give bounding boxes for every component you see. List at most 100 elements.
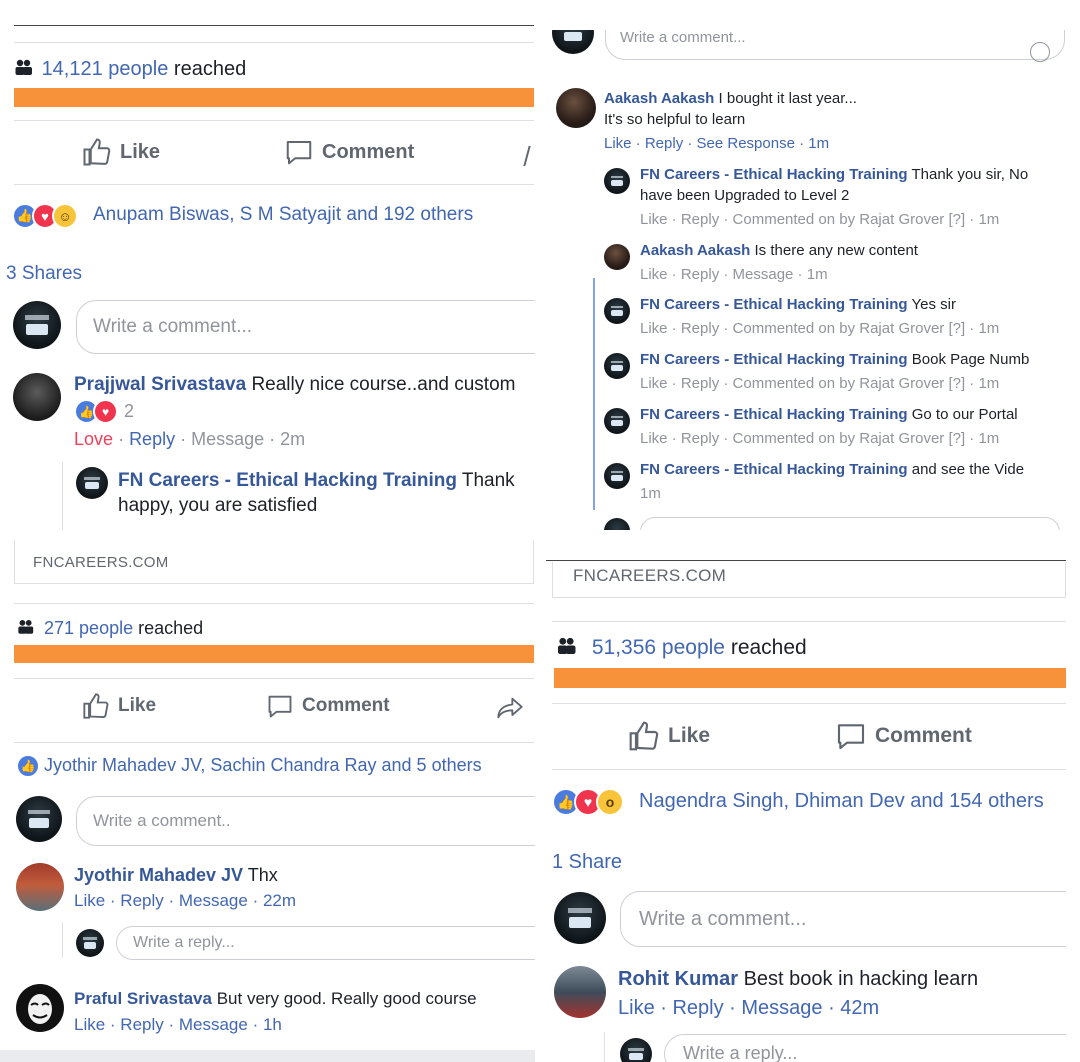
reaction-icons[interactable]: 👍: [16, 754, 40, 778]
replier-name[interactable]: FN Careers - Ethical Hacking Training: [640, 461, 908, 478]
like-button[interactable]: Like: [628, 720, 710, 752]
shares-count[interactable]: 1 Share: [552, 851, 622, 874]
page-avatar[interactable]: [552, 30, 594, 54]
message-link[interactable]: Message: [191, 429, 264, 449]
reply-input[interactable]: Write a reply...: [116, 926, 535, 960]
comment-input[interactable]: Write a comment...: [620, 891, 1066, 947]
avatar[interactable]: [13, 373, 61, 421]
reach-count[interactable]: 14,121 people: [42, 58, 169, 80]
page-avatar[interactable]: [604, 168, 630, 194]
page-avatar[interactable]: [604, 408, 630, 434]
haha-reaction-icon: ☺: [52, 203, 78, 229]
share-icon[interactable]: [496, 696, 524, 725]
page-avatar[interactable]: [604, 298, 630, 324]
comment-actions[interactable]: Like · Reply · Message · 1h: [74, 1015, 282, 1035]
divider: [14, 603, 534, 604]
page-avatar[interactable]: [13, 301, 61, 349]
comment-reactions[interactable]: 👍 ♥ 2: [74, 399, 134, 424]
avatar[interactable]: [16, 984, 64, 1032]
replier-name[interactable]: FN Careers - Ethical Hacking Training: [640, 351, 908, 368]
replier-name[interactable]: FN Careers - Ethical Hacking Training: [640, 296, 908, 313]
comment-text: Prajjwal Srivastava Really nice course..…: [74, 374, 515, 396]
comment-text: Aakash Aakash I bought it last year...: [604, 90, 857, 107]
reply-actions[interactable]: Like · Reply · Message · 1m: [640, 266, 828, 283]
commenter-name[interactable]: Rohit Kumar: [618, 968, 738, 990]
divider: [14, 42, 534, 43]
reaction-icons[interactable]: 👍 ♥ o: [552, 788, 624, 816]
divider: [552, 769, 1066, 770]
comment-input[interactable]: Write a comment..: [76, 796, 535, 846]
comment-label: Comment: [302, 695, 390, 716]
comment-button[interactable]: Comment: [266, 692, 390, 720]
commenter-name[interactable]: Aakash Aakash: [604, 90, 714, 107]
link-preview[interactable]: FNCAREERS.COM: [552, 562, 1066, 598]
comment-placeholder: Write a comment...: [620, 30, 746, 46]
page-avatar[interactable]: [16, 796, 62, 842]
post-panel-2: Write a comment... Aakash Aakash I bough…: [548, 30, 1066, 530]
reply-thread-line: [62, 922, 63, 958]
comment-actions[interactable]: Like · Reply · Message · 22m: [74, 891, 296, 911]
reply-body-line2: happy, you are satisfied: [118, 495, 318, 516]
page-avatar[interactable]: [554, 892, 606, 944]
divider: [14, 742, 534, 743]
wow-reaction-icon: o: [596, 788, 624, 816]
share-icon[interactable]: [523, 146, 535, 166]
reach-count[interactable]: 271 people: [44, 618, 133, 638]
page-avatar[interactable]: [76, 467, 108, 499]
reply-input[interactable]: [640, 517, 1060, 530]
replier-name[interactable]: Aakash Aakash: [640, 242, 750, 259]
avatar[interactable]: [604, 244, 630, 270]
reply-actions[interactable]: Like · Reply · Commented on by Rajat Gro…: [640, 375, 999, 392]
link-preview[interactable]: FNCAREERS.COM: [14, 540, 534, 584]
divider: [14, 120, 534, 121]
like-button[interactable]: Like: [82, 692, 156, 720]
post-panel-4: FNCAREERS.COM 51,356 people reached Like…: [548, 562, 1066, 1062]
reply-body-line2: have been Upgraded to Level 2: [640, 187, 850, 204]
people-icon: [14, 58, 36, 81]
reply-link[interactable]: Reply: [129, 429, 175, 449]
post-panel-3: FNCAREERS.COM 271 people reached Like Co…: [0, 540, 535, 1062]
reactors-list[interactable]: Jyothir Mahadev JV, Sachin Chandra Ray a…: [44, 755, 482, 776]
comment-actions[interactable]: Like · Reply · See Response · 1m: [604, 135, 829, 152]
avatar[interactable]: [16, 863, 64, 911]
like-label: Like: [120, 140, 161, 163]
reply-actions[interactable]: Like · Reply · Commented on by Rajat Gro…: [640, 211, 999, 228]
comment-body: Really nice course..and custom: [251, 374, 516, 395]
page-avatar[interactable]: [76, 929, 104, 957]
replier-name[interactable]: FN Careers - Ethical Hacking Training: [640, 406, 908, 423]
people-icon: [17, 618, 39, 639]
reply-actions[interactable]: 1m: [640, 485, 661, 502]
commenter-name[interactable]: Prajjwal Srivastava: [74, 374, 246, 395]
reach-count[interactable]: 51,356 people: [592, 636, 725, 659]
reach-stat: 51,356 people reached: [556, 636, 807, 660]
replier-name[interactable]: FN Careers - Ethical Hacking Training: [640, 166, 908, 183]
avatar[interactable]: [554, 966, 606, 1018]
replier-name[interactable]: FN Careers - Ethical Hacking Training: [118, 470, 457, 491]
page-avatar[interactable]: [604, 518, 630, 530]
like-button[interactable]: Like: [82, 137, 160, 167]
reactors-list[interactable]: Anupam Biswas, S M Satyajit and 192 othe…: [93, 204, 473, 226]
reply-input[interactable]: Write a reply...: [664, 1034, 1066, 1062]
comment-body-line2: It's so helpful to learn: [604, 111, 746, 128]
commenter-name[interactable]: Jyothir Mahadev JV: [74, 865, 243, 885]
comment-actions[interactable]: Like · Reply · Message · 42m: [618, 997, 879, 1020]
reply-body: and see the Vide: [911, 461, 1025, 478]
shares-count[interactable]: 3 Shares: [6, 263, 82, 285]
love-action[interactable]: Love: [74, 429, 113, 449]
comment-placeholder: Write a comment..: [93, 811, 231, 830]
comment-button[interactable]: Comment: [284, 137, 414, 167]
page-avatar[interactable]: [604, 353, 630, 379]
page-avatar[interactable]: [620, 1038, 652, 1062]
reply-actions[interactable]: Like · Reply · Commented on by Rajat Gro…: [640, 430, 999, 447]
avatar[interactable]: [556, 88, 596, 128]
comment-icon: [268, 695, 292, 718]
commenter-name[interactable]: Praful Srivastava: [74, 989, 212, 1008]
reaction-icons[interactable]: 👍 ♥ ☺: [12, 203, 78, 229]
page-avatar[interactable]: [604, 463, 630, 489]
reactors-list[interactable]: Nagendra Singh, Dhiman Dev and 154 other…: [639, 790, 1044, 813]
emoji-icon[interactable]: [1030, 42, 1050, 62]
comment-input[interactable]: Write a comment...: [76, 300, 535, 354]
comment-button[interactable]: Comment: [835, 720, 972, 752]
reply-actions[interactable]: Like · Reply · Commented on by Rajat Gro…: [640, 320, 999, 337]
comment-input[interactable]: Write a comment...: [605, 30, 1065, 60]
